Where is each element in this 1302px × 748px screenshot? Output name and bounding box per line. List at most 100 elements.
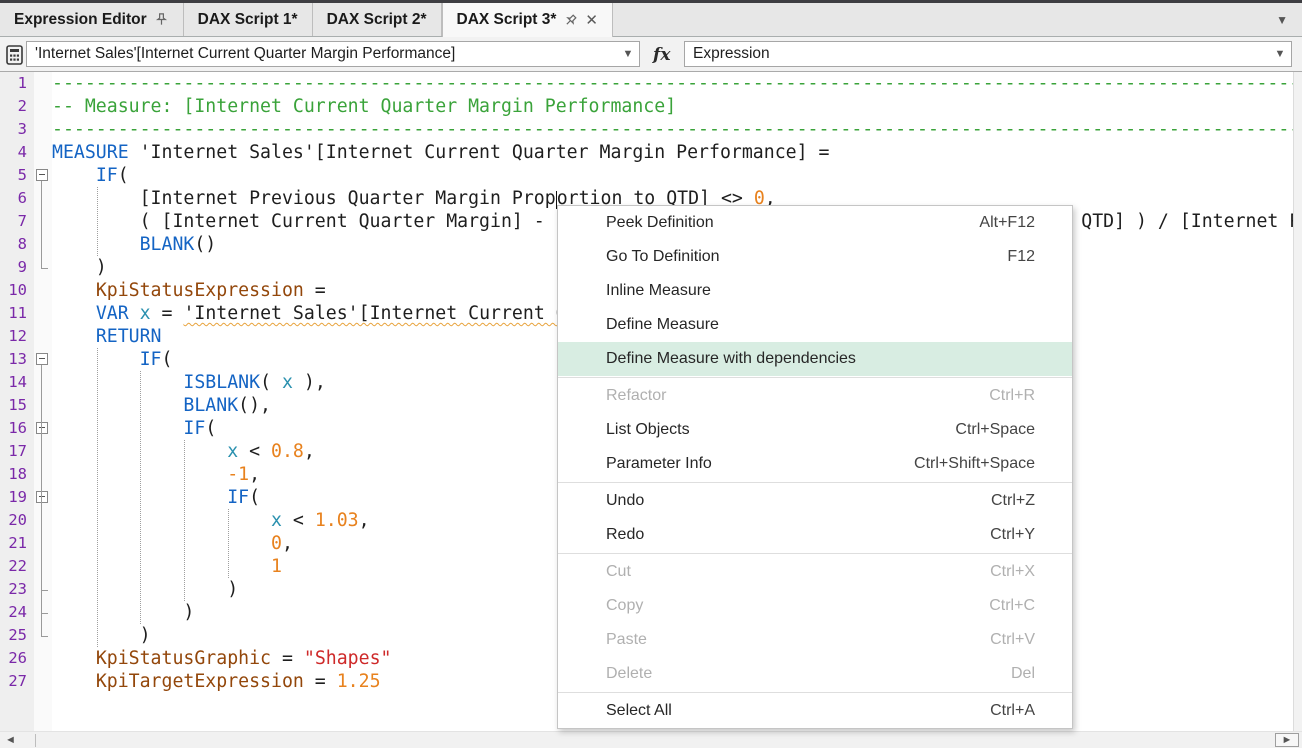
scrollbar-thumb-edge (35, 734, 36, 747)
code-line-1: ----------------------------------------… (52, 72, 1293, 95)
code-token: ( (260, 372, 282, 393)
line-number: 5 (0, 164, 34, 187)
menu-item-shortcut: F12 (1007, 248, 1035, 266)
measure-selector-value: 'Internet Sales'[Internet Current Quarte… (27, 45, 617, 63)
menu-item-define-measure[interactable]: Define Measure (558, 308, 1072, 342)
code-token: ) (52, 579, 238, 600)
menu-item-label: Redo (606, 526, 990, 544)
code-token: x (282, 372, 293, 393)
line-number: 26 (0, 647, 34, 670)
menu-item-list-objects[interactable]: List ObjectsCtrl+Space (558, 413, 1072, 447)
fold-collapse-icon[interactable] (36, 353, 48, 365)
code-token (129, 303, 140, 324)
code-token: 0.8 (271, 441, 304, 462)
code-token: 1.25 (337, 671, 381, 692)
line-number: 6 (0, 187, 34, 210)
expression-selector-dropdown[interactable]: Expression ▼ (684, 41, 1292, 67)
menu-item-undo[interactable]: UndoCtrl+Z (558, 484, 1072, 518)
code-token (52, 372, 183, 393)
menu-item-shortcut: Ctrl+Shift+Space (914, 455, 1035, 473)
code-token (52, 303, 96, 324)
menu-item-select-all[interactable]: Select AllCtrl+A (558, 694, 1072, 728)
tab-label: DAX Script 3* (457, 11, 557, 29)
line-number: 18 (0, 463, 34, 486)
code-token (52, 648, 96, 669)
code-token: x (227, 441, 238, 462)
menu-item-copy: CopyCtrl+C (558, 589, 1072, 623)
code-token: 1 (271, 556, 282, 577)
fold-line-end (41, 613, 48, 614)
code-token: [Internet Previous Quarter Margin Prop (52, 188, 556, 209)
fold-collapse-icon[interactable] (36, 491, 48, 503)
tab-dax-script-1[interactable]: DAX Script 1* (184, 3, 313, 36)
code-token: IF (183, 418, 205, 439)
indent-guide (184, 440, 185, 601)
code-token: ( (118, 165, 129, 186)
code-token: IF (140, 349, 162, 370)
code-token: 'Internet Sales'[Internet Current Quarte… (129, 142, 830, 163)
code-token: = (304, 671, 337, 692)
line-number: 25 (0, 624, 34, 647)
code-token: < (238, 441, 271, 462)
line-number: 3 (0, 118, 34, 141)
measure-selector-dropdown[interactable]: 'Internet Sales'[Internet Current Quarte… (26, 41, 640, 67)
menu-item-parameter-info[interactable]: Parameter InfoCtrl+Shift+Space (558, 447, 1072, 481)
menu-item-label: Parameter Info (606, 455, 914, 473)
horizontal-scrollbar[interactable]: ◄ ► (0, 731, 1302, 748)
code-token: ISBLANK (183, 372, 260, 393)
tab-label: DAX Script 1* (198, 11, 298, 29)
pin-icon[interactable] (563, 13, 578, 28)
line-number: 14 (0, 371, 34, 394)
menu-item-label: Inline Measure (606, 282, 1035, 300)
menu-separator (558, 553, 1072, 554)
menu-item-label: Peek Definition (606, 214, 979, 232)
menu-item-define-measure-with-dependencies[interactable]: Define Measure with dependencies (558, 342, 1072, 376)
line-number: 19 (0, 486, 34, 509)
line-number: 27 (0, 670, 34, 693)
code-token (52, 395, 183, 416)
tab-dax-script-2[interactable]: DAX Script 2* (313, 3, 442, 36)
fold-collapse-icon[interactable] (36, 169, 48, 181)
chevron-down-icon[interactable]: ▼ (1262, 13, 1302, 27)
menu-separator (558, 692, 1072, 693)
menu-item-redo[interactable]: RedoCtrl+Y (558, 518, 1072, 552)
menu-item-shortcut: Del (1011, 665, 1035, 683)
tab-bar: Expression Editor DAX Script 1* DAX Scrip… (0, 0, 1302, 37)
code-folding-margin[interactable] (34, 72, 52, 731)
code-token (52, 533, 271, 554)
chevron-down-icon[interactable]: ▼ (617, 48, 639, 60)
menu-item-peek-definition[interactable]: Peek DefinitionAlt+F12 (558, 206, 1072, 240)
scroll-left-arrow-icon[interactable]: ◄ (5, 733, 16, 748)
line-number: 23 (0, 578, 34, 601)
code-token: -1 (227, 464, 249, 485)
code-token: KpiStatusExpression (96, 280, 304, 301)
code-token: ----------------------------------------… (52, 119, 1293, 140)
close-icon[interactable]: ✕ (585, 13, 598, 28)
code-token: IF (227, 487, 249, 508)
menu-item-go-to-definition[interactable]: Go To DefinitionF12 (558, 240, 1072, 274)
line-number: 2 (0, 95, 34, 118)
indent-guide (97, 348, 98, 647)
code-line-3: ----------------------------------------… (52, 118, 1293, 141)
code-token: IF (96, 165, 118, 186)
pin-icon[interactable] (154, 12, 169, 27)
menu-item-shortcut: Ctrl+Y (990, 526, 1035, 544)
menu-item-label: Copy (606, 597, 989, 615)
vertical-scrollbar[interactable] (1293, 72, 1302, 731)
menu-item-label: Define Measure with dependencies (606, 350, 1035, 368)
code-token: MEASURE (52, 142, 129, 163)
fx-icon: fx (653, 45, 670, 65)
code-token: , (304, 441, 315, 462)
menu-item-shortcut: Ctrl+A (990, 702, 1035, 720)
tab-expression-editor[interactable]: Expression Editor (0, 3, 184, 36)
menu-item-shortcut: Ctrl+R (989, 387, 1035, 405)
code-token: -- Measure: [Internet Current Quarter Ma… (52, 96, 676, 117)
expression-selector-value: Expression (685, 45, 1269, 63)
code-token: ) (52, 625, 151, 646)
chevron-down-icon[interactable]: ▼ (1269, 48, 1291, 60)
menu-item-inline-measure[interactable]: Inline Measure (558, 274, 1072, 308)
code-token (52, 280, 96, 301)
fold-collapse-icon[interactable] (36, 422, 48, 434)
scroll-right-arrow-icon[interactable]: ► (1275, 733, 1299, 747)
tab-dax-script-3[interactable]: DAX Script 3* ✕ (442, 3, 614, 37)
